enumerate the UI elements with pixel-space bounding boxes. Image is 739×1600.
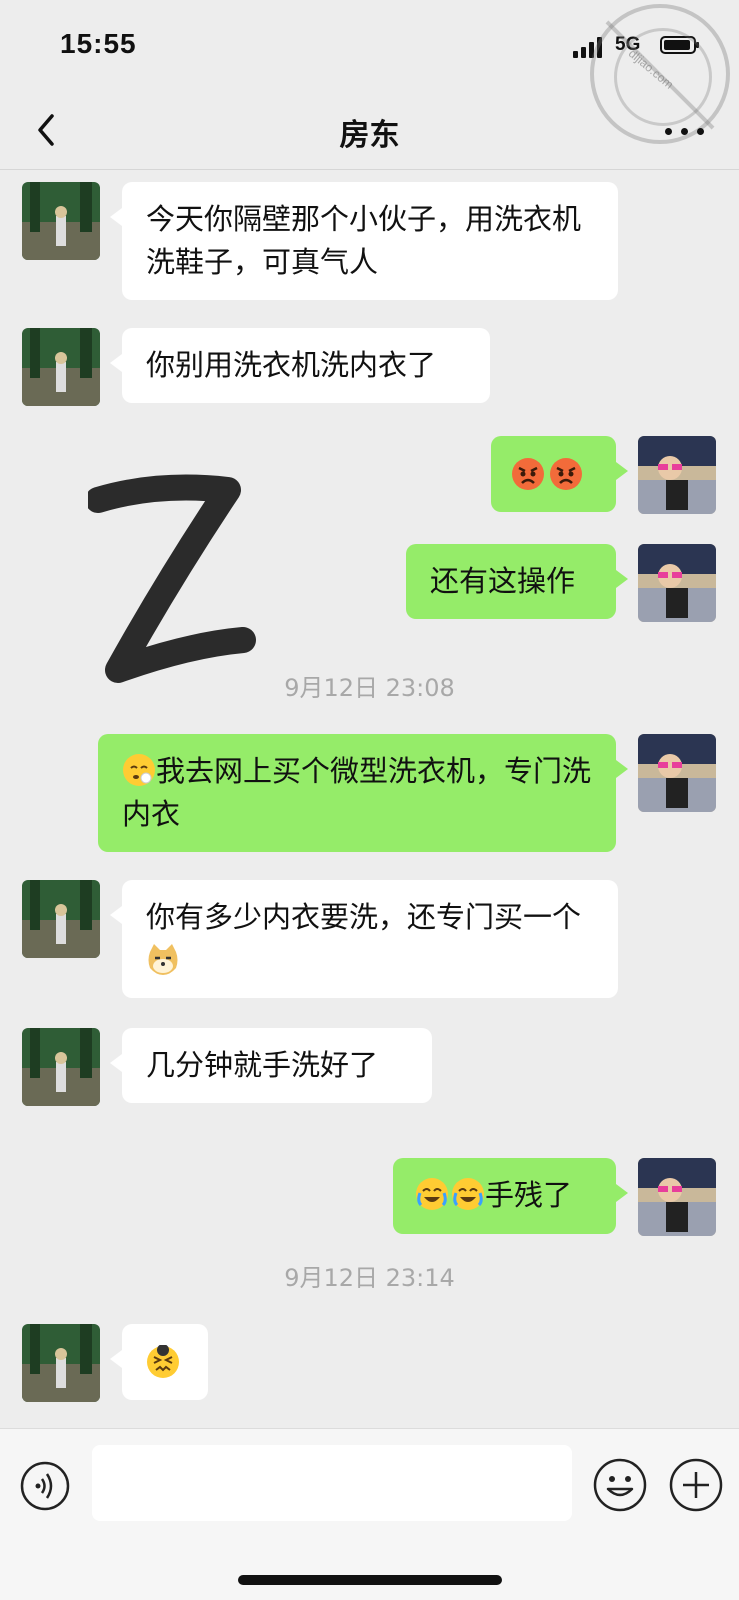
message-text: 你别用洗衣机洗内衣了 [146,348,437,382]
timestamp: 9月12日 23:14 [284,1264,455,1292]
message-bubble-incoming[interactable] [110,1324,208,1400]
crying-laugh-icon [452,1178,484,1210]
avatar[interactable] [22,1324,100,1402]
avatar[interactable] [638,1158,716,1236]
more-functions-button[interactable] [668,1457,724,1513]
message-bubble-incoming[interactable]: 你别用洗衣机洗内衣了 [110,328,490,403]
avatar[interactable] [22,182,100,260]
voice-icon [20,1461,70,1511]
message-text: 今天你隔壁那个小伙子，用洗衣机洗鞋子，可真气人 [146,202,582,279]
crying-laugh-icon [416,1178,448,1210]
angry-face-icon [550,458,582,490]
message-bubble-incoming[interactable]: 几分钟就手洗好了 [110,1028,432,1103]
status-time: 15:55 [60,28,137,59]
message-bubble-incoming[interactable]: 你有多少内衣要洗，还专门买一个 [110,880,618,998]
page-title: 房东 [339,118,400,153]
hand-drawn-z-mark [88,474,256,683]
message-list[interactable]: 今天你隔壁那个小伙子，用洗衣机洗鞋子，可真气人 你别用洗衣机洗内衣了 还有这操作… [0,170,739,1428]
doge-icon [148,944,178,975]
sigh-face-icon [123,754,155,786]
input-bar [0,1428,739,1600]
angry-face-icon [512,458,544,490]
message-bubble-incoming[interactable]: 今天你隔壁那个小伙子，用洗衣机洗鞋子，可真气人 [110,182,618,300]
chat-header: 房东 [0,90,739,170]
avatar[interactable] [638,734,716,812]
avatar[interactable] [22,328,100,406]
message-text: 几分钟就手洗好了 [146,1048,379,1082]
message-text: 我去网上买个微型洗衣机，专门洗内衣 [122,754,592,831]
message-input[interactable] [92,1445,572,1521]
frustrated-face-icon [147,1345,179,1378]
message-bubble-outgoing[interactable] [491,436,628,512]
message-text: 你有多少内衣要洗，还专门买一个 [146,900,582,934]
message-bubble-outgoing[interactable]: 手残了 [393,1158,628,1234]
avatar[interactable] [638,544,716,622]
home-indicator [238,1575,502,1585]
message-bubble-outgoing[interactable]: 我去网上买个微型洗衣机，专门洗内衣 [98,734,628,852]
voice-button[interactable] [20,1461,70,1511]
plus-icon [669,1458,723,1512]
avatar[interactable] [638,436,716,514]
message-text: 还有这操作 [430,564,576,598]
avatar[interactable] [22,880,100,958]
message-text: 手残了 [485,1178,573,1212]
more-options-button[interactable] [665,128,705,138]
avatar[interactable] [22,1028,100,1106]
smiley-icon [593,1458,647,1512]
emoji-button[interactable] [592,1457,648,1513]
message-bubble-outgoing[interactable]: 还有这操作 [406,544,628,619]
